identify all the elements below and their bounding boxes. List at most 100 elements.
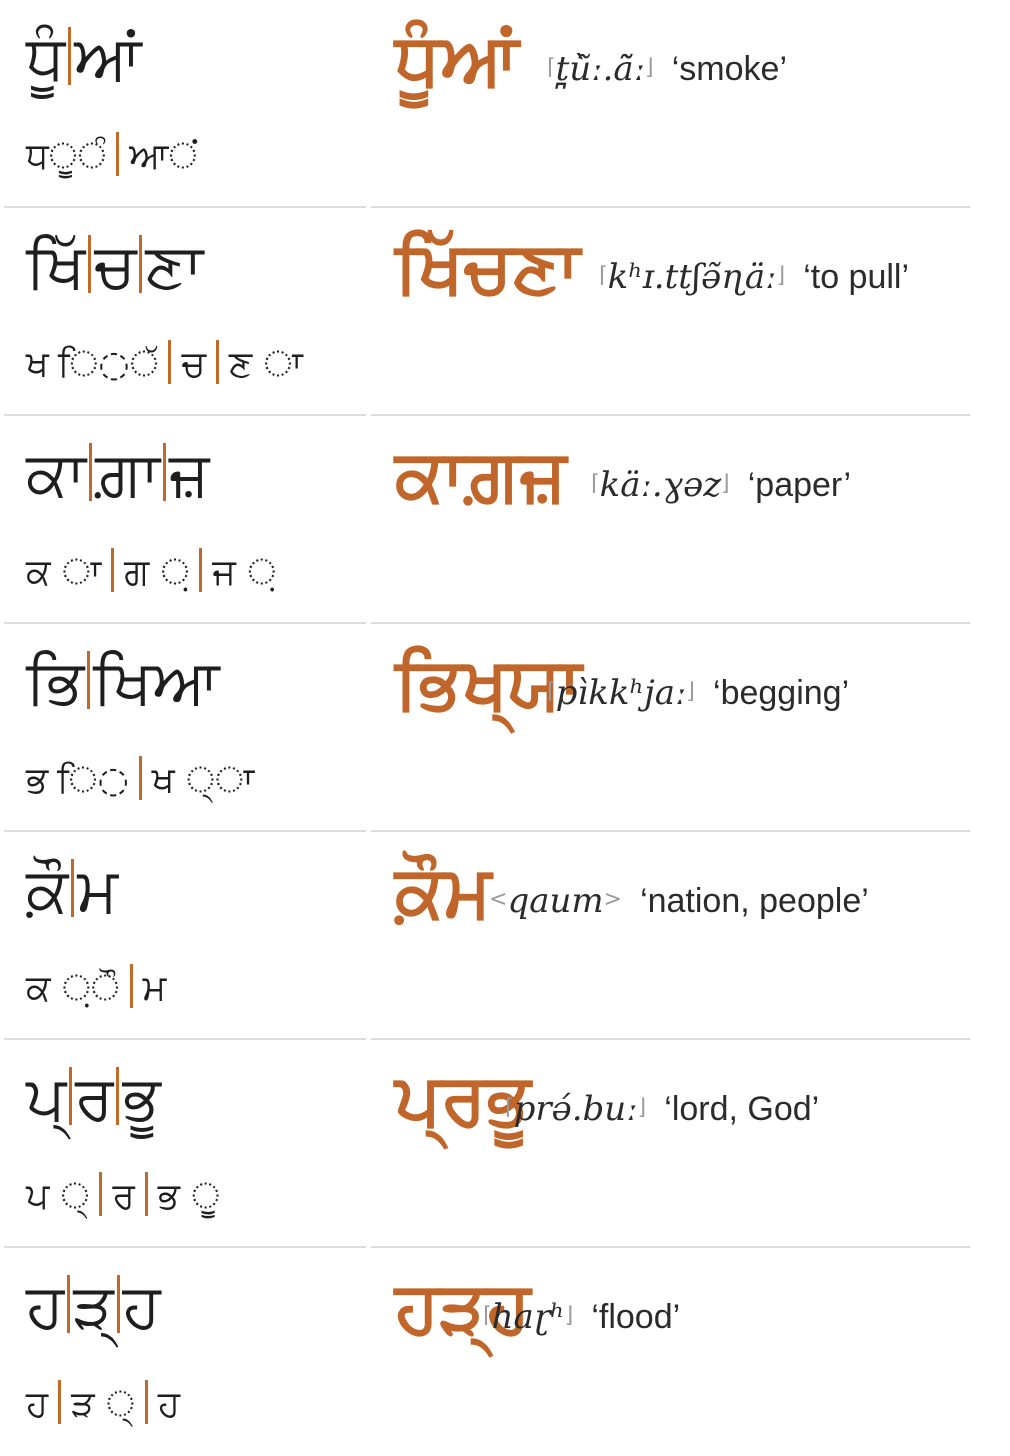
ipa-open-bracket: ⌈ [599, 263, 608, 288]
ipa-transcription: haɽʰ [491, 1297, 565, 1337]
syllable-segment: ਰ [75, 1061, 114, 1134]
syllable-segment: ਖਿਆ [92, 645, 220, 718]
word-gloss-cell: ਕ਼ੌਮ <qaum> ‘nation, people’ [371, 832, 970, 1039]
character-part: ੜ ◌੍ [71, 1384, 135, 1425]
table-row: ਕਾ ਗ਼ਾ ਜ਼ ਕ ◌ਾ ਗ ◌਼ ਜ ◌਼ ਕਾਗ਼ਜ਼ ⌈käː.ɣəz⌋ ‘paper… [0, 416, 1010, 624]
part-divider [168, 340, 172, 384]
ipa-close-bracket: ⌋ [721, 471, 730, 496]
word-gloss-cell: ਪ੍ਰਭੂ ⌈prə́.buː⌋ ‘lord, God’ [371, 1040, 970, 1247]
word-gloss-cell: ਹੜ੍ਹ ⌈haɽʰ⌋ ‘flood’ [371, 1248, 970, 1455]
syllable-segment: ਣਾ [145, 229, 204, 302]
syllable-split-word: ਖਿੱ ਚ ਣਾ [26, 226, 203, 306]
ipa-open-bracket: < [489, 887, 508, 912]
syllable-segment: ਜ਼ [169, 437, 210, 510]
syllable-segment: ਭੂ [122, 1061, 161, 1134]
word-gloss-cell: ਕਾਗ਼ਜ਼ ⌈käː.ɣəz⌋ ‘paper’ [371, 416, 970, 623]
ipa-transcription: t̪ù̃ː.ã̃ː [555, 49, 646, 89]
syllable-segment: ਆਂ [74, 21, 142, 94]
ipa-transcription: pìkkʰjaː [555, 673, 687, 713]
character-parts: ਕ ◌ਾ ਗ ◌਼ ਜ ◌਼ [26, 548, 276, 598]
syllable-split-word: ਭਿ ਖਿਆ [26, 642, 220, 722]
english-meaning: ‘flood’ [591, 1298, 681, 1336]
table-row: ਧੂੰ ਆਂ ਧ◌ੂ◌ੰ ਆ◌ਂ ਧੂੰਆਂ ⌈t̪ù̃ː.ã̃ː⌋ ‘smoke’ [0, 0, 1010, 208]
syllable-divider [88, 235, 92, 293]
syllable-breakdown-cell: ਕਾ ਗ਼ਾ ਜ਼ ਕ ◌ਾ ਗ ◌਼ ਜ ◌਼ [4, 416, 366, 623]
ipa-close-bracket: ⌋ [776, 263, 786, 288]
syllable-split-word: ਹ ੜ੍ ਹ [26, 1266, 161, 1346]
syllable-breakdown-cell: ਖਿੱ ਚ ਣਾ ਖ ਿ◌◌ੱ ਚ ਣ ◌ਾ [4, 208, 366, 415]
character-part: ਧ◌ੂ◌ੰ [26, 136, 107, 177]
pronunciation-gloss: ⌈t̪ù̃ː.ã̃ː⌋ ‘smoke’ [547, 48, 787, 89]
syllable-split-word: ਧੂੰ ਆਂ [26, 18, 142, 98]
ipa-open-bracket: ⌈ [591, 471, 600, 496]
character-part: ਭ ◌ੂ [157, 1176, 221, 1217]
ipa-transcription: käː.ɣəz [599, 465, 722, 505]
character-part: ਹ [26, 1384, 49, 1425]
syllable-segment: ਪ੍ [26, 1061, 66, 1134]
character-part: ਖ ◌੍◌ਾ [151, 760, 255, 801]
ipa-transcription: kʰɪ.ttʃə̃ɳäː [607, 257, 777, 297]
character-part: ਪ ◌੍ [26, 1176, 90, 1217]
ipa-transcription: qaum [507, 881, 604, 921]
ipa-open-bracket: ⌈ [547, 679, 556, 704]
syllable-split-word: ਕਾ ਗ਼ਾ ਜ਼ [26, 434, 209, 514]
ipa-close-bracket: ⌋ [686, 679, 696, 704]
character-part: ਕ ◌਼◌ੌ [26, 968, 120, 1009]
syllable-segment: ਕ਼ੌ [26, 853, 69, 926]
syllable-divider [139, 235, 143, 293]
part-divider [99, 1172, 103, 1216]
ipa-close-bracket: > [603, 887, 623, 912]
syllable-segment: ਧੂੰ [26, 21, 66, 94]
english-meaning: ‘smoke’ [671, 50, 787, 88]
syllable-divider [89, 443, 93, 501]
pronunciation-gloss: ⌈prə́.buː⌋ ‘lord, God’ [505, 1088, 819, 1129]
part-divider [144, 1380, 148, 1424]
part-divider [116, 132, 120, 176]
part-divider [58, 1380, 62, 1424]
pronunciation-gloss: ⌈kʰɪ.ttʃə̃ɳäː⌋ ‘to pull’ [599, 256, 909, 297]
part-divider [199, 548, 203, 592]
character-part: ਮ [142, 968, 167, 1009]
table-row: ਹ ੜ੍ ਹ ਹ ੜ ◌੍ ਹ ਹੜ੍ਹ ⌈haɽʰ⌋ ‘flood’ [0, 1248, 1010, 1456]
gurmukhi-word: ਕ਼ੌਮ [395, 849, 492, 933]
syllable-divider [71, 859, 75, 917]
pronunciation-gloss: ⌈haɽʰ⌋ ‘flood’ [483, 1296, 680, 1337]
syllable-segment: ਹ [26, 1269, 65, 1342]
english-meaning: ‘to pull’ [803, 258, 910, 296]
syllable-segment: ਕਾ [26, 437, 87, 510]
syllable-divider [68, 27, 72, 85]
english-meaning: ‘nation, people’ [640, 882, 869, 920]
pronunciation-gloss: ⌈käː.ɣəz⌋ ‘paper’ [591, 464, 851, 505]
ipa-open-bracket: ⌈ [505, 1095, 514, 1120]
gurmukhi-word: ਖਿੱਚਣਾ [395, 225, 580, 309]
character-part: ਖ ਿ◌◌ੱ [26, 344, 159, 385]
table-row: ਪ੍ ਰ ਭੂ ਪ ◌੍ ਰ ਭ ◌ੂ ਪ੍ਰਭੂ ⌈prə́.buː⌋ ‘lord, God’ [0, 1040, 1010, 1248]
word-gloss-cell: ਧੂੰਆਂ ⌈t̪ù̃ː.ã̃ː⌋ ‘smoke’ [371, 0, 970, 207]
part-divider [144, 1172, 148, 1216]
character-part: ਗ ◌਼ [124, 552, 190, 593]
syllable-divider [163, 443, 167, 501]
character-part: ਹ [157, 1384, 180, 1425]
syllable-breakdown-cell: ਪ੍ ਰ ਭੂ ਪ ◌੍ ਰ ਭ ◌ੂ [4, 1040, 366, 1247]
ipa-close-bracket: ⌋ [637, 1095, 647, 1120]
gurmukhi-word: ਕਾਗ਼ਜ਼ [395, 433, 567, 517]
word-gloss-cell: ਭਿਖ੍ਯਾ ⌈pìkkʰjaː⌋ ‘begging’ [371, 624, 970, 831]
syllable-breakdown-cell: ਧੂੰ ਆਂ ਧ◌ੂ◌ੰ ਆ◌ਂ [4, 0, 366, 207]
character-part: ਜ ◌਼ [212, 552, 277, 593]
syllable-segment: ਖਿੱ [26, 229, 86, 302]
character-part: ਭ ਿ◌ [26, 760, 129, 801]
table-row: ਖਿੱ ਚ ਣਾ ਖ ਿ◌◌ੱ ਚ ਣ ◌ਾ ਖਿੱਚਣਾ ⌈kʰɪ.ttʃə̃ɳäː⌋ ‘to… [0, 208, 1010, 416]
english-meaning: ‘lord, God’ [664, 1090, 820, 1128]
syllable-segment: ਭਿ [26, 645, 84, 718]
syllable-divider [69, 1067, 72, 1125]
character-parts: ਹ ੜ ◌੍ ਹ [26, 1380, 180, 1430]
character-part: ਕ ◌ਾ [26, 552, 102, 593]
ipa-transcription: prə́.buː [513, 1089, 638, 1129]
part-divider [138, 756, 142, 800]
english-meaning: ‘paper’ [747, 466, 852, 504]
syllable-divider [86, 651, 90, 709]
character-parts: ਖ ਿ◌◌ੱ ਚ ਣ ◌ਾ [26, 340, 303, 390]
syllable-segment: ਮ [77, 853, 119, 926]
character-parts: ਭ ਿ◌ ਖ ◌੍◌ਾ [26, 756, 254, 806]
pronunciation-gloss: <qaum> ‘nation, people’ [489, 880, 869, 921]
